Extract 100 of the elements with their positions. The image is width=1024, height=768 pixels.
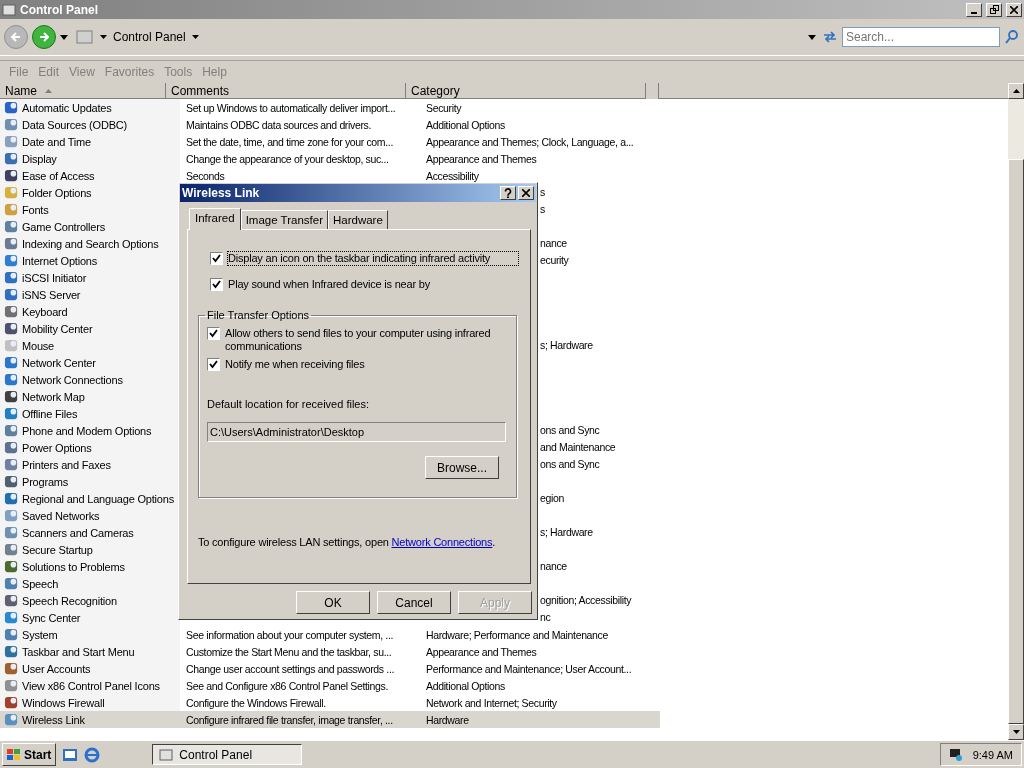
restore-icon [989,5,999,14]
close-button[interactable] [1006,2,1022,17]
item-name: Wireless Link [22,713,85,726]
list-item[interactable]: Keyboard [0,303,180,320]
network-tray-icon[interactable] [948,747,963,762]
list-item[interactable]: Mobility Center [0,320,180,337]
list-item[interactable]: Network Map [0,388,180,405]
item-comment: Maintains ODBC data sources and drivers. [186,118,371,131]
list-item[interactable]: Speech [0,575,180,592]
item-name: Fonts [22,203,49,216]
start-button[interactable]: Start [2,743,57,766]
list-item[interactable]: Solutions to Problems [0,558,180,575]
list-item[interactable]: Fonts [0,201,180,218]
item-comment: See and Configure x86 Control Panel Settings. [186,679,388,692]
sort-arrow-icon [45,88,52,93]
list-item[interactable]: Phone and Modem Options [0,422,180,439]
list-item[interactable]: Network Center [0,354,180,371]
list-item[interactable]: Wireless Link [0,711,180,728]
item-name: Mouse [22,339,55,352]
search-field[interactable]: Search... [842,27,1000,47]
list-item[interactable]: Network Connections [0,371,180,388]
up-arrow-icon[interactable] [1012,89,1020,93]
list-item[interactable]: Internet Options [0,252,180,269]
list-item[interactable]: Display [0,150,180,167]
list-item[interactable]: Secure Startup [0,541,180,558]
list-item[interactable]: iSNS Server [0,286,180,303]
tab[interactable]: Infrared [189,208,241,230]
applet-icon [4,151,19,166]
dropdown-icon[interactable] [808,34,816,40]
list-item[interactable]: iSCSI Initiator [0,269,180,286]
list-item[interactable]: Folder Options [0,184,180,201]
window-title: Control Panel [20,2,99,17]
list-item[interactable]: Windows Firewall [0,694,180,711]
list-item[interactable]: System [0,626,180,643]
list-item[interactable]: Power Options [0,439,180,456]
dropdown-icon[interactable] [191,35,199,39]
checkbox[interactable] [207,358,220,371]
checkbox[interactable] [210,252,223,265]
minimize-icon [971,11,977,14]
close-button[interactable] [518,186,534,200]
item-category: and Maintenance [540,441,616,453]
applet-icon [4,678,19,693]
desktop-icon[interactable] [62,746,79,763]
list-item[interactable]: Offline Files [0,405,180,422]
list-item[interactable]: Taskbar and Start Menu [0,643,180,660]
address-text[interactable]: Control Panel [113,30,186,44]
restore-button[interactable] [986,2,1002,17]
back-button[interactable] [4,25,28,49]
item-comment: See information about your computer system, ... [186,628,394,641]
item-name: Sync Center [22,611,81,624]
scrollbar[interactable] [1008,83,1024,740]
column-header[interactable]: Category [406,83,646,99]
list-item[interactable]: Printers and Faxes [0,456,180,473]
applet-icon [4,389,19,404]
dropdown-icon[interactable] [100,35,107,39]
search-icon[interactable] [1004,29,1020,45]
list-item[interactable]: Data Sources (ODBC) [0,116,180,133]
column-header[interactable]: Comments [166,83,406,99]
list-item[interactable]: Date and Time [0,133,180,150]
checkmark-icon [212,254,221,263]
list-item[interactable]: Programs [0,473,180,490]
list-item[interactable]: Game Controllers [0,218,180,235]
list-item[interactable]: Ease of Access [0,167,180,184]
list-item[interactable]: Regional and Language Options [0,490,180,507]
checkbox[interactable] [210,278,223,291]
tab[interactable]: Hardware [328,210,388,229]
list-item[interactable]: Indexing and Search Options [0,235,180,252]
applet-icon [4,134,19,149]
applet-icon [4,253,19,268]
list-item[interactable]: User Accounts [0,660,180,677]
dropdown-icon[interactable] [60,34,68,40]
list-item[interactable]: Speech Recognition [0,592,180,609]
list-item[interactable]: Sync Center [0,609,180,626]
clock: 9:49 AM [972,748,1013,761]
list-item[interactable]: Automatic Updates [0,99,180,116]
dialog-button[interactable]: Cancel [377,591,451,614]
browser-icon[interactable] [84,746,101,763]
dialog-title: Wireless Link [182,186,261,200]
item-category: ons and Sync [540,458,600,470]
item-comment: Change the appearance of your desktop, suc... [186,152,389,165]
tab[interactable]: Image Transfer [240,210,328,229]
applet-icon [4,644,19,659]
down-arrow-icon[interactable] [1012,730,1020,734]
taskbar-button[interactable]: Control Panel [152,744,303,765]
list-item[interactable]: Mouse [0,337,180,354]
item-category: s [540,203,545,215]
applet-icon [4,202,19,217]
refresh-icon[interactable] [822,30,838,44]
applet-icon [4,236,19,251]
applet-icon [4,168,19,183]
minimize-button[interactable] [966,2,982,17]
location-field[interactable]: C:\Users\Administrator\Desktop [207,422,506,442]
checkbox[interactable] [207,327,220,340]
dialog-button[interactable]: OK [296,591,370,614]
list-item[interactable]: View x86 Control Panel Icons [0,677,180,694]
list-item[interactable]: Saved Networks [0,507,180,524]
help-button[interactable] [500,186,516,200]
list-item[interactable]: Scanners and Cameras [0,524,180,541]
forward-button[interactable] [32,25,56,49]
browse-button[interactable]: Browse... [425,456,499,479]
